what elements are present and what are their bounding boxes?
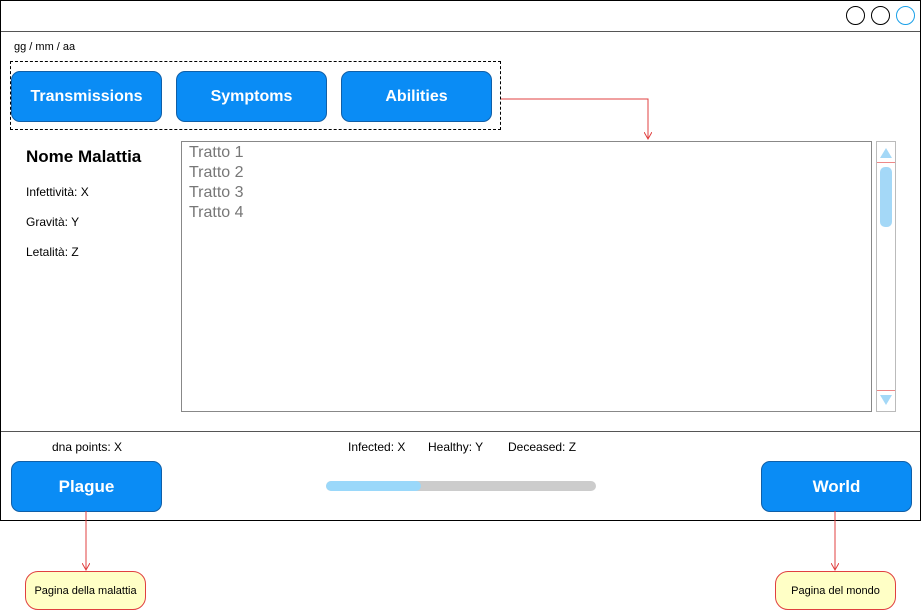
world-button[interactable]: World	[761, 461, 912, 512]
traits-list[interactable]: Tratto 1 Tratto 2 Tratto 3 Tratto 4	[181, 141, 872, 412]
plague-button[interactable]: Plague	[11, 461, 162, 512]
infectivity-stat: Infettività: X	[26, 185, 89, 199]
world-page-note: Pagina del mondo	[775, 571, 896, 610]
deceased-count: Deceased: Z	[508, 440, 577, 454]
tab-symptoms[interactable]: Symptoms	[176, 71, 327, 122]
scroll-thumb[interactable]	[880, 167, 892, 227]
disease-name: Nome Malattia	[26, 147, 142, 166]
list-item[interactable]: Tratto 4	[189, 204, 244, 222]
window-control-circle-1[interactable]	[846, 6, 865, 25]
plague-page-note: Pagina della malattia	[25, 571, 146, 610]
date-display: gg / mm / aa	[14, 41, 76, 53]
scroll-divider	[877, 162, 895, 163]
infection-progress-bar	[326, 481, 596, 491]
tab-abilities[interactable]: Abilities	[341, 71, 492, 122]
titlebar-divider	[1, 31, 920, 32]
severity-stat: Gravità: Y	[26, 215, 80, 229]
list-item[interactable]: Tratto 2	[189, 164, 244, 182]
traits-scrollbar[interactable]	[876, 141, 896, 412]
scroll-down-arrow-icon[interactable]	[880, 395, 892, 405]
window-control-circle-3[interactable]	[896, 6, 915, 25]
infected-count: Infected: X	[348, 440, 406, 454]
tab-transmissions[interactable]: Transmissions	[11, 71, 162, 122]
healthy-count: Healthy: Y	[428, 440, 484, 454]
footer-divider	[1, 431, 920, 432]
list-item[interactable]: Tratto 3	[189, 184, 244, 202]
scroll-divider	[877, 390, 895, 391]
app-window: gg / mm / aa Transmissions Symptoms Abil…	[0, 0, 921, 521]
lethality-stat: Letalità: Z	[26, 245, 79, 259]
scroll-up-arrow-icon[interactable]	[880, 148, 892, 158]
dna-points-label: dna points: X	[52, 440, 123, 454]
progress-fill	[326, 481, 421, 491]
list-item[interactable]: Tratto 1	[189, 144, 244, 162]
window-control-circle-2[interactable]	[871, 6, 890, 25]
